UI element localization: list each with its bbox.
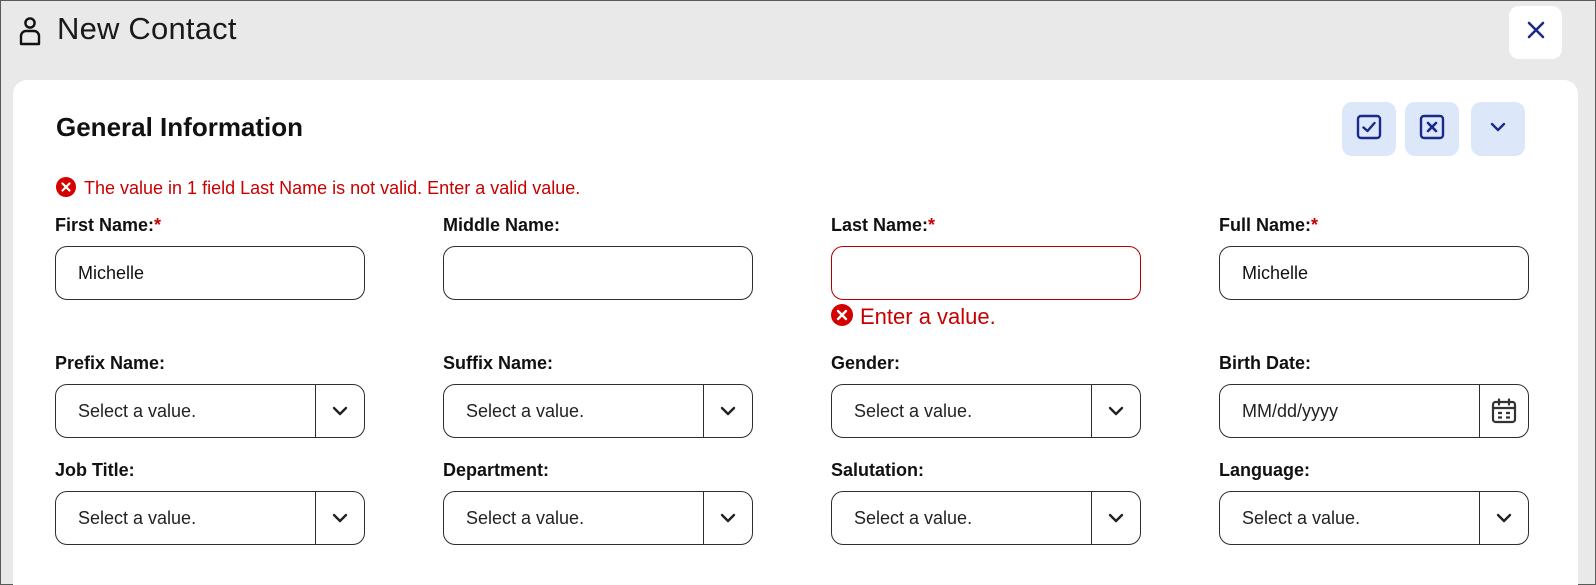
discard-button[interactable] [1405,102,1459,156]
job-title-select[interactable]: Select a value. [55,491,365,545]
birth-date-input[interactable]: MM/dd/yyyy [1219,384,1529,438]
birth-date-field: Birth Date: MM/dd/yyyy [1219,353,1529,438]
close-button[interactable] [1509,6,1562,59]
form-error-message: The value in 1 field Last Name is not va… [56,176,581,199]
collapse-button[interactable] [1471,102,1525,156]
chevron-down-icon[interactable] [704,492,752,544]
last-name-field: Last Name:* Enter a value. [831,215,1141,329]
chevron-down-icon[interactable] [1480,492,1528,544]
language-label: Language: [1219,460,1311,480]
dialog-header: New Contact [1,1,1595,61]
prefix-name-field: Prefix Name: Select a value. [55,353,365,438]
birth-date-label: Birth Date: [1219,353,1312,373]
required-marker: * [1311,215,1319,235]
language-field: Language: Select a value. [1219,460,1529,545]
required-marker: * [928,215,936,235]
dialog-title: New Contact [57,11,237,46]
last-name-error: Enter a value. [831,304,996,330]
collapse-chevron-icon [1489,120,1507,138]
department-select[interactable]: Select a value. [443,491,753,545]
close-icon [1527,21,1545,44]
salutation-label: Salutation: [831,460,924,480]
full-name-label: Full Name:* [1219,215,1319,235]
full-name-input[interactable]: Michelle [1219,246,1529,300]
last-name-input[interactable] [831,246,1141,300]
department-field: Department: Select a value. [443,460,753,545]
last-name-label: Last Name:* [831,215,936,235]
chevron-down-icon[interactable] [316,492,364,544]
job-title-field: Job Title: Select a value. [55,460,365,545]
required-marker: * [154,215,162,235]
salutation-select[interactable]: Select a value. [831,491,1141,545]
department-label: Department: [443,460,550,480]
middle-name-input[interactable] [443,246,753,300]
middle-name-field: Middle Name: [443,215,753,300]
first-name-field: First Name:* Michelle [55,215,365,300]
prefix-name-label: Prefix Name: [55,353,166,373]
gender-field: Gender: Select a value. [831,353,1141,438]
gender-select[interactable]: Select a value. [831,384,1141,438]
chevron-down-icon[interactable] [316,385,364,437]
suffix-name-field: Suffix Name: Select a value. [443,353,753,438]
gender-label: Gender: [831,353,901,373]
job-title-label: Job Title: [55,460,135,480]
salutation-field: Salutation: Select a value. [831,460,1141,545]
chevron-down-icon[interactable] [1092,385,1140,437]
full-name-field: Full Name:* Michelle [1219,215,1529,300]
general-information-panel: General Information The value in 1 field… [13,80,1578,585]
suffix-name-select[interactable]: Select a value. [443,384,753,438]
error-icon [56,176,76,197]
middle-name-label: Middle Name: [443,215,561,235]
calendar-icon[interactable] [1480,385,1528,437]
error-icon [831,304,853,326]
chevron-down-icon[interactable] [1092,492,1140,544]
prefix-name-select[interactable]: Select a value. [55,384,365,438]
chevron-down-icon[interactable] [704,385,752,437]
language-select[interactable]: Select a value. [1219,491,1529,545]
last-name-error-text: Enter a value. [860,304,996,329]
save-button[interactable] [1342,102,1396,156]
discard-x-icon [1419,114,1445,145]
section-title: General Information [56,112,304,142]
suffix-name-label: Suffix Name: [443,353,554,373]
person-icon [18,16,42,46]
first-name-label: First Name:* [55,215,162,235]
form-error-text: The value in 1 field Last Name is not va… [84,178,581,198]
save-check-icon [1356,114,1382,145]
first-name-input[interactable]: Michelle [55,246,365,300]
